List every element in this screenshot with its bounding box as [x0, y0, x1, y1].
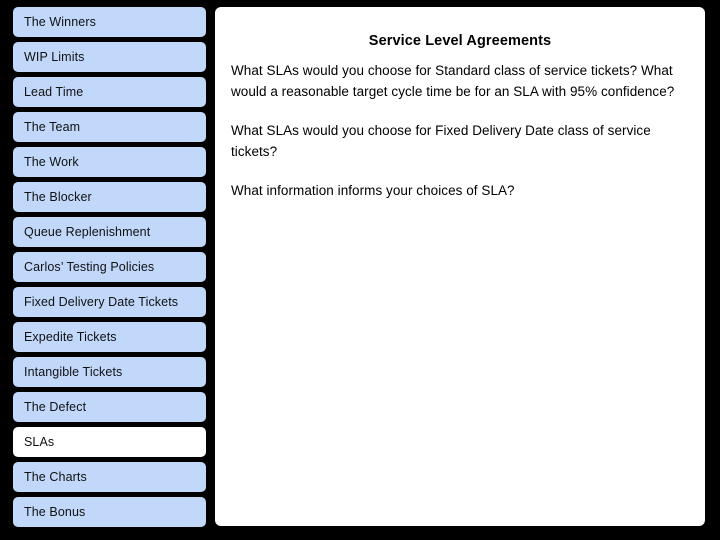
content-paragraph: What SLAs would you choose for Fixed Del… — [231, 123, 651, 159]
sidebar-item-label: Fixed Delivery Date Tickets — [24, 295, 179, 309]
sidebar-item-lead-time[interactable]: Lead Time — [13, 77, 206, 107]
sidebar-item-the-bonus[interactable]: The Bonus — [13, 497, 206, 527]
sidebar-item-wip-limits[interactable]: WIP Limits — [13, 42, 206, 72]
sidebar-item-fixed-delivery-date-tickets[interactable]: Fixed Delivery Date Tickets — [13, 287, 206, 317]
sidebar-item-label: The Defect — [24, 400, 87, 414]
sidebar-item-label: Expedite Tickets — [24, 330, 117, 344]
content-paragraph: What information informs your choices of… — [231, 183, 515, 198]
sidebar-item-label: SLAs — [24, 435, 55, 449]
sidebar-item-label: The Winners — [24, 15, 96, 29]
sidebar-item-queue-replenishment[interactable]: Queue Replenishment — [13, 217, 206, 247]
sidebar-item-label: WIP Limits — [24, 50, 85, 64]
sidebar-item-carlos-testing-policies[interactable]: Carlos’ Testing Policies — [13, 252, 206, 282]
sidebar-item-label: Queue Replenishment — [24, 225, 151, 239]
sidebar-item-slas[interactable]: SLAs — [13, 427, 206, 457]
sidebar-item-the-winners[interactable]: The Winners — [13, 7, 206, 37]
content-body: What SLAs would you choose for Standard … — [231, 60, 695, 201]
sidebar-item-intangible-tickets[interactable]: Intangible Tickets — [13, 357, 206, 387]
content-panel: Service Level Agreements What SLAs would… — [215, 7, 705, 526]
sidebar-item-label: Carlos’ Testing Policies — [24, 260, 155, 274]
sidebar-navigation: The Winners WIP Limits Lead Time The Team Th… — [13, 7, 206, 533]
sidebar-item-label: The Team — [24, 120, 81, 134]
sidebar-item-label: Lead Time — [24, 85, 84, 99]
sidebar-item-label: The Work — [24, 155, 79, 169]
sidebar-item-label: Intangible Tickets — [24, 365, 123, 379]
sidebar-item-the-charts[interactable]: The Charts — [13, 462, 206, 492]
sidebar-item-label: The Bonus — [24, 505, 86, 519]
sidebar-item-the-team[interactable]: The Team — [13, 112, 206, 142]
sidebar-item-label: The Charts — [24, 470, 87, 484]
sidebar-item-the-work[interactable]: The Work — [13, 147, 206, 177]
content-paragraph: What SLAs would you choose for Standard … — [231, 63, 675, 99]
sidebar-item-the-defect[interactable]: The Defect — [13, 392, 206, 422]
sidebar-item-the-blocker[interactable]: The Blocker — [13, 182, 206, 212]
slide-canvas: The Winners WIP Limits Lead Time The Team Th… — [0, 0, 720, 540]
sidebar-item-expedite-tickets[interactable]: Expedite Tickets — [13, 322, 206, 352]
page-title: Service Level Agreements — [368, 33, 552, 49]
sidebar-item-label: The Blocker — [24, 190, 92, 204]
